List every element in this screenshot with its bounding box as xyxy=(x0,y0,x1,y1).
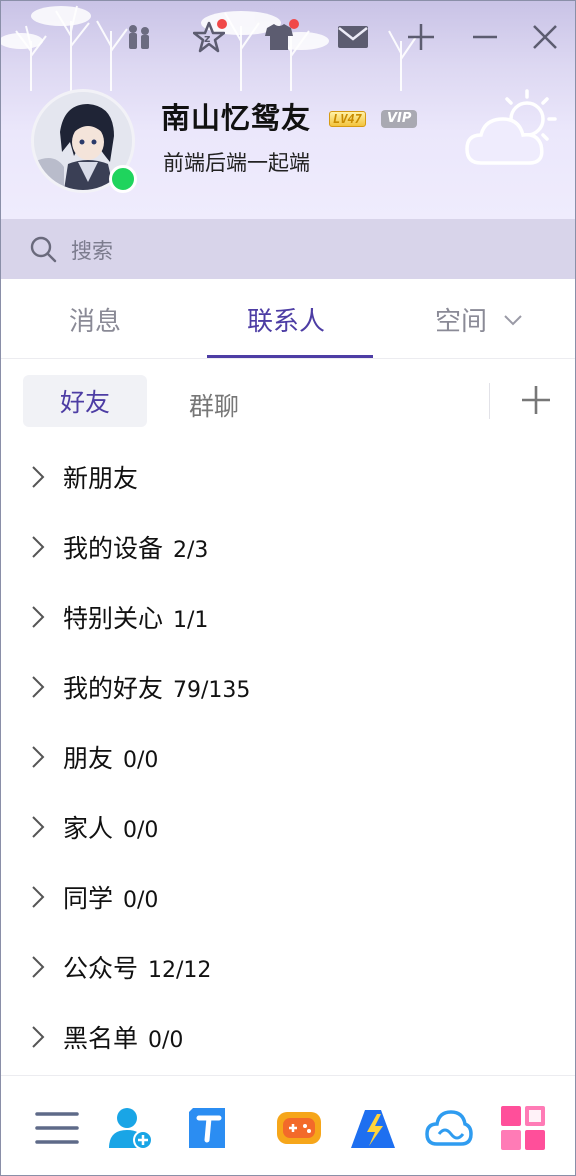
group-name: 家人 0/0 xyxy=(63,809,158,845)
group-count: 0/0 xyxy=(123,888,159,913)
group-row-my-devices[interactable]: 我的设备 2/3 xyxy=(1,511,575,581)
weather-partly-cloudy-icon[interactable] xyxy=(463,85,563,173)
main-tabs: 消息 联系人 空间 xyxy=(1,279,575,359)
game-icon[interactable] xyxy=(275,1104,323,1152)
personal-signature[interactable]: 前端后端一起端 xyxy=(163,147,310,177)
menu-icon[interactable] xyxy=(33,1104,81,1152)
group-label: 我的好友 xyxy=(63,674,164,703)
group-label: 同学 xyxy=(63,884,114,913)
active-tab-indicator xyxy=(207,355,373,358)
tencent-docs-icon[interactable] xyxy=(185,1104,233,1152)
chevron-right-icon xyxy=(32,886,45,908)
group-row-family[interactable]: 家人 0/0 xyxy=(1,791,575,861)
minimize-icon[interactable] xyxy=(467,19,503,55)
notification-dot xyxy=(217,19,227,29)
chevron-right-icon xyxy=(32,536,45,558)
contact-group-list: 新朋友 我的设备 2/3 特别关心 1/1 我的好友 79/135 朋友 0/0 家人 0… xyxy=(1,441,575,1071)
mail-icon[interactable] xyxy=(335,19,371,55)
group-name: 黑名单 0/0 xyxy=(63,1019,183,1055)
group-name: 我的设备 2/3 xyxy=(63,529,208,565)
add-window-icon[interactable] xyxy=(403,19,439,55)
group-name: 特别关心 1/1 xyxy=(63,599,208,635)
group-count: 0/0 xyxy=(148,1028,184,1053)
chevron-down-icon[interactable] xyxy=(503,313,523,327)
group-count: 2/3 xyxy=(173,538,209,563)
bottom-toolbar xyxy=(1,1075,575,1175)
group-name: 新朋友 xyxy=(63,459,148,495)
qzone-icon[interactable]: z xyxy=(191,19,227,55)
group-row-special-care[interactable]: 特别关心 1/1 xyxy=(1,581,575,651)
tab-contacts[interactable]: 联系人 xyxy=(247,301,325,338)
group-name: 同学 0/0 xyxy=(63,879,158,915)
online-status-indicator xyxy=(109,165,137,193)
group-count: 0/0 xyxy=(123,748,159,773)
search-input[interactable]: 搜索 xyxy=(71,235,113,265)
group-count: 79/135 xyxy=(173,678,251,703)
svg-text:z: z xyxy=(204,32,210,45)
weiyun-cloud-icon[interactable] xyxy=(425,1104,473,1152)
chevron-right-icon xyxy=(32,466,45,488)
apps-grid-icon[interactable] xyxy=(499,1104,547,1152)
add-contact-button[interactable] xyxy=(517,381,555,419)
mail-app-icon[interactable] xyxy=(349,1104,397,1152)
vip-badge[interactable]: VIP xyxy=(381,110,418,128)
group-row-official-accounts[interactable]: 公众号 12/12 xyxy=(1,931,575,1001)
group-name: 公众号 12/12 xyxy=(63,949,211,985)
group-count: 0/0 xyxy=(123,818,159,843)
group-count: 1/1 xyxy=(173,608,209,633)
nickname[interactable]: 南山忆鸳友 xyxy=(161,95,311,137)
search-bar[interactable]: 搜索 xyxy=(1,219,575,279)
subtab-friends[interactable]: 好友 xyxy=(23,375,147,427)
contacts-window: z 南山忆鸳友 LV47 VIP 前端后端一起端 搜索 消息 联系人 空间 好友… xyxy=(0,0,576,1176)
tab-space[interactable]: 空间 xyxy=(435,301,487,338)
group-row-new-friends[interactable]: 新朋友 xyxy=(1,441,575,511)
divider xyxy=(489,383,490,419)
contact-sub-tabs: 好友 群聊 xyxy=(1,359,575,439)
group-label: 家人 xyxy=(63,814,114,843)
group-label: 新朋友 xyxy=(63,464,139,493)
chevron-right-icon xyxy=(32,1026,45,1048)
notification-dot xyxy=(289,19,299,29)
group-label: 特别关心 xyxy=(63,604,164,633)
group-label: 黑名单 xyxy=(63,1024,139,1053)
group-label: 公众号 xyxy=(63,954,139,983)
group-row-friends[interactable]: 朋友 0/0 xyxy=(1,721,575,791)
chevron-right-icon xyxy=(32,606,45,628)
tab-messages[interactable]: 消息 xyxy=(69,301,121,338)
group-name: 我的好友 79/135 xyxy=(63,669,250,705)
profile-header: z 南山忆鸳友 LV47 VIP 前端后端一起端 xyxy=(1,1,575,219)
group-row-my-friends[interactable]: 我的好友 79/135 xyxy=(1,651,575,721)
group-label: 朋友 xyxy=(63,744,114,773)
avatar[interactable] xyxy=(31,89,137,193)
close-icon[interactable] xyxy=(527,19,563,55)
chevron-right-icon xyxy=(32,676,45,698)
chevron-right-icon xyxy=(32,816,45,838)
level-badge[interactable]: LV47 xyxy=(329,111,366,127)
chevron-right-icon xyxy=(32,746,45,768)
group-count: 12/12 xyxy=(148,958,212,983)
group-name: 朋友 0/0 xyxy=(63,739,158,775)
group-label: 我的设备 xyxy=(63,534,164,563)
chevron-right-icon xyxy=(32,956,45,978)
group-row-classmates[interactable]: 同学 0/0 xyxy=(1,861,575,931)
add-friend-icon[interactable] xyxy=(107,1104,155,1152)
skin-icon[interactable] xyxy=(261,19,299,55)
subtab-group-chats[interactable]: 群聊 xyxy=(189,387,239,423)
search-icon xyxy=(30,236,57,263)
group-row-blacklist[interactable]: 黑名单 0/0 xyxy=(1,1001,575,1071)
